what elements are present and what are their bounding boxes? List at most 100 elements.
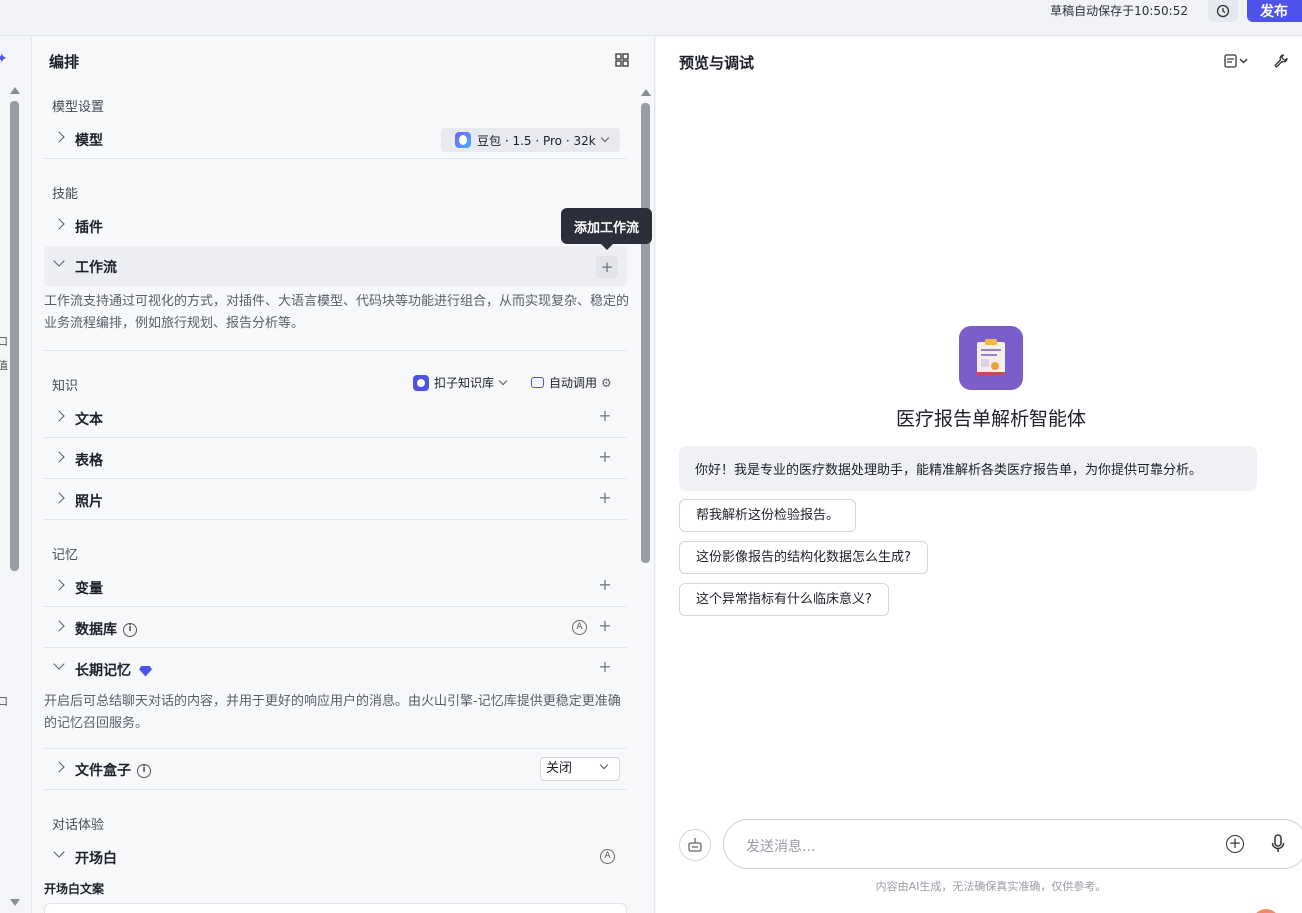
section-skills: 技能 — [52, 187, 79, 202]
divider — [44, 789, 627, 790]
add-attachment-icon[interactable]: + — [1226, 835, 1244, 853]
scroll-up-arrow[interactable] — [641, 89, 651, 96]
orchestration-panel: 编排 模型设置 模型 豆包 · 1.5 · Pro · 32k 技能 插件 工作… — [33, 37, 655, 913]
layout-dropdown-icon[interactable] — [1224, 53, 1250, 69]
variable-label: 变量 — [75, 581, 103, 597]
workflow-label: 工作流 — [75, 260, 117, 276]
message-input-placeholder: 发送消息... — [746, 839, 816, 855]
panel-scrollbar[interactable] — [641, 103, 650, 563]
chevron-down-icon — [599, 760, 609, 770]
clear-context-button[interactable] — [679, 829, 711, 861]
opening-text-label: 开场白文案 — [44, 882, 105, 896]
panel-title: 编排 — [49, 53, 80, 71]
greeting-message: 你好！我是专业的医疗数据处理助手，能精准解析各类医疗报告单，为你提供可靠分析。 — [679, 446, 1257, 491]
sparkle-icon[interactable]: ✦ — [0, 51, 8, 67]
left-scrollbar[interactable] — [10, 101, 19, 571]
long-memory-label-wrap: 长期记忆 — [75, 660, 152, 680]
chevron-right-icon — [53, 451, 65, 463]
add-variable-button[interactable]: + — [597, 577, 613, 593]
kb-source-label: 扣子知识库 — [434, 376, 495, 390]
robot-icon — [531, 377, 544, 388]
chevron-down-icon — [53, 846, 65, 858]
database-label-wrap: 数据库 i — [75, 619, 137, 639]
preview-panel: 预览与调试 医疗报告单解析智能体 你好！我是专业的医疗数据处理助手，能精准解析各… — [656, 37, 1302, 913]
section-dialog: 对话体验 — [52, 818, 105, 833]
gear-icon[interactable]: ⚙ — [601, 376, 612, 390]
divider — [44, 437, 627, 438]
wrench-icon[interactable] — [1273, 53, 1289, 69]
database-label: 数据库 — [75, 622, 117, 638]
kb-mode-label: 自动调用 — [549, 376, 598, 390]
knowledge-base-icon — [413, 374, 429, 391]
info-icon[interactable]: i — [123, 623, 137, 637]
medical-report-icon — [977, 339, 1005, 375]
grid-icon[interactable] — [615, 53, 629, 67]
message-input[interactable]: 发送消息... + — [723, 819, 1302, 869]
photo-row[interactable]: 照片 + — [44, 480, 627, 520]
add-text-button[interactable]: + — [597, 408, 613, 424]
plugin-row[interactable]: 插件 — [44, 206, 627, 246]
add-database-button[interactable]: + — [597, 618, 613, 634]
add-workflow-button[interactable]: + — [596, 256, 618, 278]
knowledge-source-selector[interactable]: 扣子知识库 — [413, 374, 508, 391]
agent-avatar — [959, 326, 1023, 390]
top-bar: 草稿自动保存于10:50:52 发布 — [0, 0, 1302, 36]
add-workflow-tooltip: 添加工作流 — [561, 208, 652, 250]
add-long-memory-button[interactable]: + — [597, 659, 613, 675]
long-memory-row[interactable]: 长期记忆 + — [44, 649, 627, 689]
chevron-down-icon — [53, 658, 65, 670]
opening-label: 开场白 — [75, 851, 117, 867]
model-selector[interactable]: 豆包 · 1.5 · Pro · 32k — [441, 128, 620, 152]
microphone-icon[interactable] — [1271, 834, 1285, 854]
variable-row[interactable]: 变量 + — [44, 567, 627, 607]
long-memory-label: 长期记忆 — [75, 663, 131, 679]
text-row[interactable]: 文本 + — [44, 398, 627, 438]
workflow-row[interactable]: 工作流 — [44, 246, 627, 286]
filebox-label: 文件盒子 — [75, 763, 131, 779]
scroll-down-arrow[interactable] — [10, 899, 20, 906]
filebox-select[interactable]: 关闭 — [540, 757, 620, 781]
divider — [44, 606, 627, 607]
publish-button[interactable]: 发布 — [1247, 0, 1302, 22]
suggestion-button[interactable]: 这份影像报告的结构化数据怎么生成? — [679, 541, 928, 574]
doubao-logo-icon — [455, 132, 471, 148]
auto-icon[interactable]: A — [572, 620, 587, 635]
floating-avatar[interactable] — [1252, 909, 1280, 913]
agent-name: 医疗报告单解析智能体 — [895, 408, 1086, 430]
history-icon — [1216, 4, 1230, 18]
photo-label: 照片 — [75, 494, 103, 510]
info-icon[interactable]: i — [137, 764, 151, 778]
opening-text-editor[interactable] — [44, 903, 627, 913]
chevron-right-icon — [53, 492, 65, 504]
divider — [44, 478, 627, 479]
suggestion-button[interactable]: 这个异常指标有什么临床意义? — [679, 583, 889, 616]
left-rail: ✦ 口 值 口 — [0, 37, 32, 913]
diamond-icon — [139, 665, 152, 677]
long-memory-description: 开启后可总结聊天对话的内容，并用于更好的响应用户的消息。由火山引擎-记忆库提供更… — [44, 694, 621, 731]
rail-text: 值 — [0, 357, 8, 373]
panel-title: 预览与调试 — [679, 54, 755, 72]
divider — [44, 158, 627, 159]
section-knowledge: 知识 — [52, 379, 79, 394]
chevron-right-icon — [53, 410, 65, 422]
table-row[interactable]: 表格 + — [44, 439, 627, 479]
chevron-down-icon — [53, 255, 65, 267]
add-photo-button[interactable]: + — [597, 490, 613, 506]
auto-icon[interactable]: A — [600, 849, 615, 864]
scroll-up-arrow[interactable] — [10, 87, 20, 94]
history-button[interactable] — [1208, 0, 1238, 22]
divider — [44, 647, 627, 648]
rail-text: 口 — [0, 693, 8, 709]
add-table-button[interactable]: + — [597, 449, 613, 465]
suggestion-button[interactable]: 帮我解析这份检验报告。 — [679, 499, 857, 532]
chevron-right-icon — [53, 761, 65, 773]
autosave-status: 草稿自动保存于10:50:52 — [1050, 4, 1188, 18]
auto-call-button[interactable]: 自动调用 ⚙ — [531, 374, 612, 391]
plugin-label: 插件 — [75, 220, 103, 236]
broom-icon — [688, 838, 702, 852]
filebox-label-wrap: 文件盒子 i — [75, 760, 151, 780]
opening-row[interactable]: 开场白 A — [44, 837, 627, 877]
text-label: 文本 — [75, 412, 103, 428]
database-row[interactable]: 数据库 i A + — [44, 608, 627, 648]
divider — [44, 519, 627, 520]
